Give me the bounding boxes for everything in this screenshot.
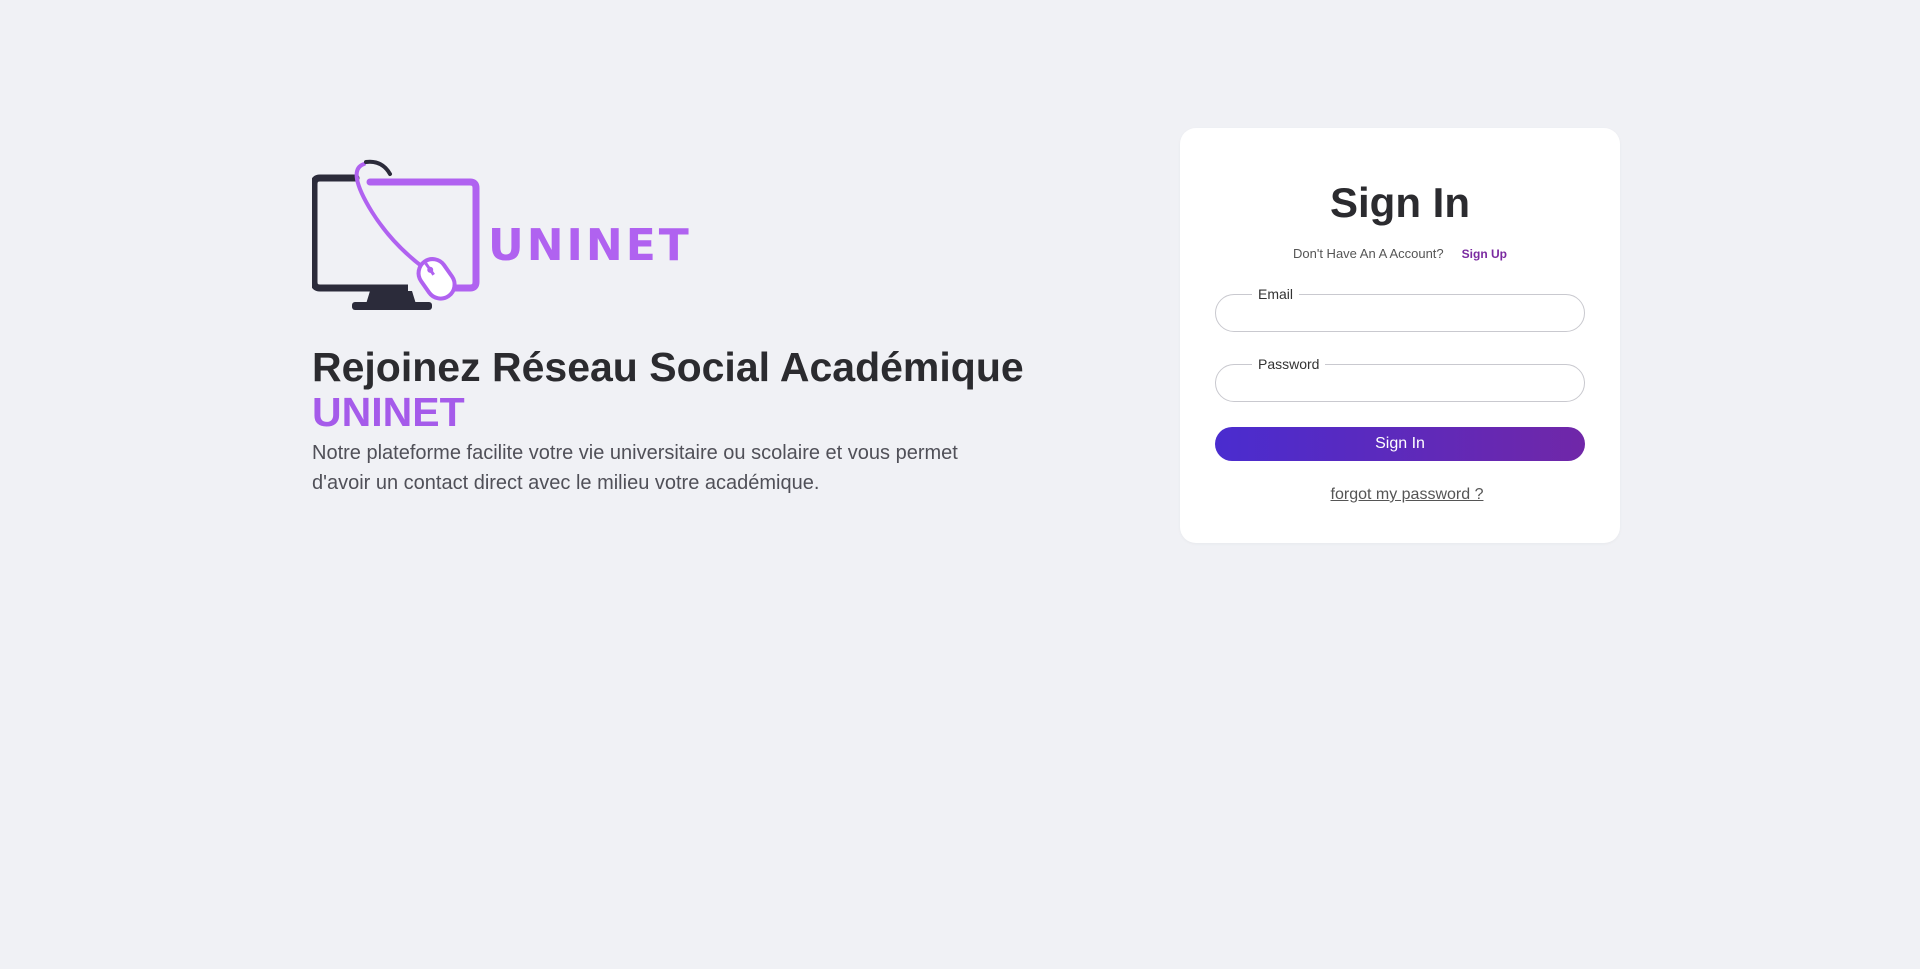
login-page: UNINET Rejoinez Réseau Social Académique… — [0, 0, 1920, 969]
monitor-with-mouse-icon — [312, 159, 480, 310]
forgot-password-row: forgot my password ? — [1180, 486, 1634, 504]
signup-link[interactable]: Sign Up — [1462, 247, 1507, 261]
hero-section: UNINET Rejoinez Réseau Social Académique… — [312, 156, 1032, 498]
email-field[interactable] — [1235, 299, 1569, 327]
uninet-logo: UNINET — [312, 156, 1032, 312]
hero-title: Rejoinez Réseau Social Académique — [312, 344, 1024, 390]
password-field-wrapper: Password — [1215, 357, 1585, 402]
hero-brand-name: UNINET — [312, 389, 465, 435]
signin-card: Sign In Don't Have An A Account? Sign Up… — [1180, 128, 1620, 543]
email-field-wrapper: Email — [1215, 287, 1585, 332]
forgot-password-link[interactable]: forgot my password ? — [1331, 486, 1484, 503]
signin-title: Sign In — [1330, 179, 1470, 226]
signin-button[interactable]: Sign In — [1215, 427, 1585, 461]
account-question: Don't Have An A Account? — [1293, 246, 1444, 261]
password-field[interactable] — [1235, 369, 1569, 397]
signup-prompt: Don't Have An A Account? Sign Up — [1180, 246, 1620, 261]
hero-description: Notre plateforme facilite votre vie univ… — [312, 442, 958, 494]
logo-text: UNINET — [488, 219, 692, 271]
